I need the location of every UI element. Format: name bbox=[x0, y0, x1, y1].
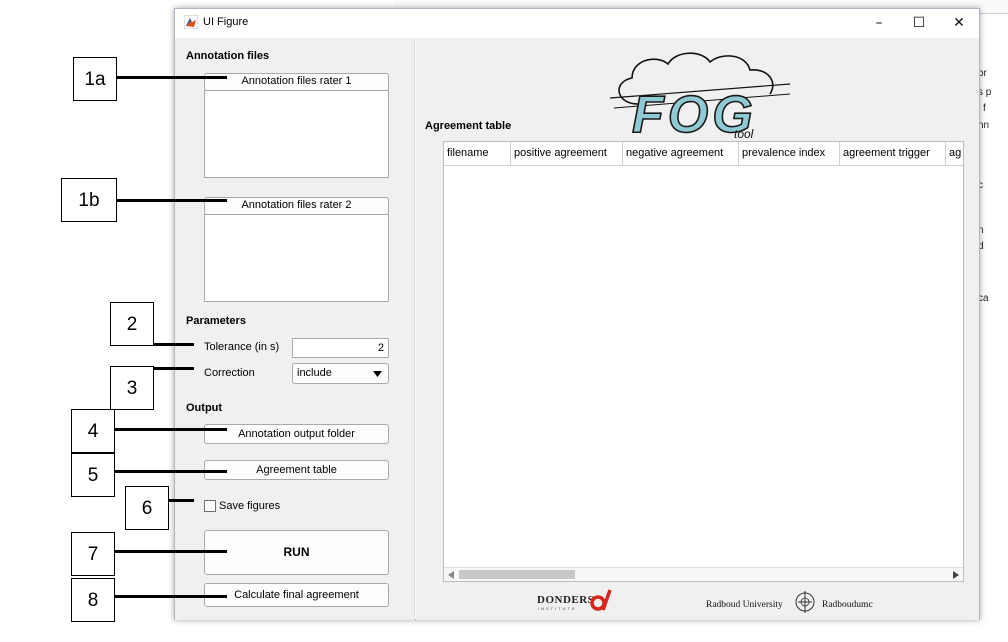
callout-line bbox=[115, 470, 227, 473]
chevron-down-icon bbox=[373, 371, 382, 377]
callout-label: 1a bbox=[73, 57, 117, 101]
radboud-university-logo: Radboud University bbox=[706, 600, 783, 610]
tolerance-input[interactable]: 2 bbox=[292, 338, 389, 358]
radboudumc-logo: Radboudumc bbox=[822, 600, 873, 610]
radboud-crest-icon bbox=[795, 591, 815, 613]
tolerance-label: Tolerance (in s) bbox=[204, 341, 280, 353]
window-title: UI Figure bbox=[203, 16, 249, 28]
donders-logo: DONDERS INSTITUTE bbox=[537, 586, 617, 614]
callout-line bbox=[117, 199, 227, 202]
callout-line bbox=[117, 76, 227, 79]
agreement-table-button[interactable]: Agreement table bbox=[204, 460, 389, 480]
agreement-table[interactable]: filename positive agreement negative agr… bbox=[443, 141, 964, 582]
table-header-row: filename positive agreement negative agr… bbox=[444, 142, 963, 166]
column-header[interactable]: positive agreement bbox=[511, 142, 623, 165]
correction-dropdown[interactable]: include bbox=[292, 363, 389, 384]
calculate-final-agreement-button[interactable]: Calculate final agreement bbox=[204, 583, 389, 607]
correction-value: include bbox=[297, 367, 332, 379]
close-button[interactable]: ✕ bbox=[939, 11, 979, 35]
save-figures-label: Save figures bbox=[219, 500, 281, 512]
column-header[interactable]: prevalence index bbox=[739, 142, 840, 165]
callout-line bbox=[115, 550, 227, 553]
column-header[interactable]: filename bbox=[444, 142, 511, 165]
left-panel: Annotation files Annotation files rater … bbox=[175, 38, 415, 620]
fog-tool-logo: FOG tool bbox=[610, 52, 791, 142]
scroll-right-icon[interactable] bbox=[953, 571, 959, 579]
callout-label: 4 bbox=[71, 409, 115, 453]
callout-label: 6 bbox=[125, 486, 169, 530]
callout-line bbox=[115, 595, 227, 598]
scrollbar-thumb[interactable] bbox=[459, 570, 575, 579]
callout-line bbox=[169, 499, 194, 502]
callout-label: 2 bbox=[110, 302, 154, 346]
annotation-files-rater2-button[interactable]: Annotation files rater 2 bbox=[204, 197, 389, 215]
callout-label: 3 bbox=[110, 366, 154, 410]
donders-logo-text: DONDERS bbox=[537, 594, 595, 606]
right-panel: FOG tool Agreement table filename positi… bbox=[416, 38, 979, 620]
column-header[interactable]: ag bbox=[946, 142, 963, 165]
title-bar[interactable]: UI Figure – ☐ ✕ bbox=[175, 9, 979, 37]
correction-label: Correction bbox=[204, 367, 255, 379]
minimize-button[interactable]: – bbox=[859, 11, 899, 35]
callout-line bbox=[154, 367, 194, 370]
annotation-files-heading: Annotation files bbox=[186, 50, 270, 62]
matlab-icon bbox=[184, 15, 198, 29]
callout-label: 8 bbox=[71, 578, 115, 622]
callout-label: 5 bbox=[71, 453, 115, 497]
callout-line bbox=[154, 343, 194, 346]
maximize-button[interactable]: ☐ bbox=[899, 11, 939, 35]
output-heading: Output bbox=[186, 402, 223, 414]
annotation-files-rater1-button[interactable]: Annotation files rater 1 bbox=[204, 73, 389, 91]
save-figures-checkbox[interactable] bbox=[204, 500, 216, 512]
run-button[interactable]: RUN bbox=[204, 530, 389, 575]
fog-logo-sub: tool bbox=[734, 127, 754, 141]
scroll-left-icon[interactable] bbox=[448, 571, 454, 579]
rater2-file-list[interactable] bbox=[204, 214, 389, 302]
annotation-output-folder-button[interactable]: Annotation output folder bbox=[204, 424, 389, 444]
agreement-table-heading: Agreement table bbox=[425, 120, 512, 132]
donders-logo-sub: INSTITUTE bbox=[538, 606, 577, 611]
column-header[interactable]: negative agreement bbox=[623, 142, 739, 165]
background-text: s p bbox=[978, 87, 992, 98]
horizontal-scrollbar[interactable] bbox=[444, 567, 963, 581]
callout-label: 1b bbox=[61, 178, 117, 222]
rater1-file-list[interactable] bbox=[204, 90, 389, 178]
parameters-heading: Parameters bbox=[186, 315, 246, 327]
callout-label: 7 bbox=[71, 532, 115, 576]
ui-figure-window: UI Figure – ☐ ✕ Annotation files Annotat… bbox=[174, 8, 980, 620]
callout-line bbox=[115, 428, 227, 431]
donders-alpha-icon bbox=[590, 589, 612, 611]
column-header[interactable]: agreement trigger bbox=[840, 142, 946, 165]
